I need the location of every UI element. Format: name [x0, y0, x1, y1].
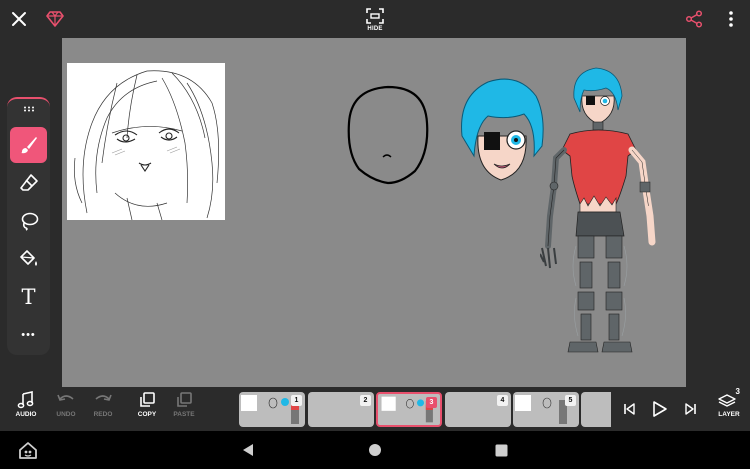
- home-app-icon: [19, 442, 37, 459]
- flipaclip-editor: HIDE T ••• AUDIO UNDO REDO COPY PASTE 1 …: [0, 0, 750, 469]
- bottom-bar: AUDIO UNDO REDO COPY PASTE 1 2 3 4 5 3 L…: [0, 387, 750, 431]
- hide-ui-button[interactable]: HIDE: [358, 2, 392, 36]
- frame-number: 4: [497, 395, 508, 406]
- paste-label: PASTE: [173, 411, 195, 418]
- brush-icon: [20, 137, 37, 154]
- palette-drag-handle[interactable]: [7, 105, 50, 113]
- back-button[interactable]: [237, 439, 259, 461]
- text-tool[interactable]: T: [10, 279, 47, 315]
- skip-previous-icon: [624, 403, 635, 415]
- frame-thumbnail[interactable]: 4: [445, 392, 511, 427]
- frame-thumbnail[interactable]: 1: [239, 392, 305, 427]
- recents-button[interactable]: [490, 439, 512, 461]
- undo-label: UNDO: [56, 411, 76, 418]
- frame-number: 2: [360, 395, 371, 406]
- layers-button[interactable]: 3 LAYER: [709, 387, 749, 427]
- undo-icon: [57, 394, 74, 401]
- eraser-icon: [19, 174, 38, 191]
- frame-thumbnail[interactable]: 5: [513, 392, 579, 427]
- text-icon: T: [21, 284, 36, 309]
- paint-bucket-icon: [19, 250, 37, 266]
- skip-next-icon: [685, 403, 696, 415]
- frame-number: 1: [291, 395, 302, 406]
- animatronic-character-drawing[interactable]: [540, 66, 670, 358]
- fill-tool[interactable]: [10, 241, 47, 277]
- undo-button[interactable]: UNDO: [46, 391, 86, 427]
- eraser-tool[interactable]: [10, 165, 47, 201]
- audio-label: AUDIO: [15, 411, 37, 418]
- lasso-icon: [21, 212, 38, 231]
- tool-palette: T •••: [7, 97, 50, 355]
- gem-icon: [46, 11, 64, 27]
- hide-icon: [366, 7, 384, 24]
- first-frame-button[interactable]: [616, 396, 642, 422]
- close-icon: [12, 12, 26, 26]
- brush-tool[interactable]: [10, 127, 47, 163]
- top-bar: HIDE: [0, 0, 750, 38]
- home-button[interactable]: [364, 439, 386, 461]
- layer-count: 3: [735, 387, 740, 396]
- music-note-icon: [17, 391, 34, 409]
- back-triangle-icon: [243, 444, 253, 456]
- share-button[interactable]: [681, 6, 707, 32]
- last-frame-button[interactable]: [678, 396, 704, 422]
- blue-hair-head-drawing[interactable]: [458, 76, 544, 184]
- frame-thumbnail[interactable]: 2: [308, 392, 374, 427]
- system-navigation-bar: [0, 431, 750, 469]
- copy-frame-button[interactable]: COPY: [127, 391, 167, 427]
- share-icon: [685, 10, 703, 28]
- frame-number: 3: [426, 397, 437, 408]
- more-tools-button[interactable]: •••: [10, 317, 47, 353]
- frame-thumbnail[interactable]: [581, 392, 611, 427]
- more-options-button[interactable]: [718, 6, 744, 32]
- play-icon: [653, 401, 667, 417]
- copy-icon: [140, 392, 155, 407]
- frame-number: 5: [565, 395, 576, 406]
- layers-icon: [718, 394, 736, 407]
- more-vertical-icon: [729, 11, 733, 27]
- frame-thumbnail-current[interactable]: 3: [376, 392, 442, 427]
- launcher-button[interactable]: [17, 439, 39, 461]
- lasso-tool[interactable]: [10, 203, 47, 239]
- close-button[interactable]: [6, 6, 32, 32]
- more-horizontal-icon: •••: [21, 329, 36, 341]
- frame-timeline[interactable]: 1 2 3 4 5: [239, 392, 611, 427]
- redo-icon: [95, 394, 112, 401]
- paste-frame-button[interactable]: PASTE: [164, 391, 204, 427]
- drawing-canvas[interactable]: [62, 38, 686, 387]
- layers-icon-wrap: 3: [718, 387, 740, 409]
- redo-label: REDO: [93, 411, 113, 418]
- grip-icon: [23, 106, 34, 112]
- sketch-reference-image[interactable]: [67, 63, 225, 220]
- play-button[interactable]: [646, 396, 672, 422]
- audio-button[interactable]: AUDIO: [6, 391, 46, 427]
- head-outline-drawing[interactable]: [345, 83, 431, 187]
- premium-button[interactable]: [42, 6, 68, 32]
- copy-label: COPY: [137, 411, 157, 418]
- hide-label: HIDE: [367, 25, 383, 32]
- home-circle-icon: [369, 444, 381, 456]
- redo-button[interactable]: REDO: [83, 391, 123, 427]
- recents-square-icon: [495, 444, 507, 456]
- paste-icon: [177, 392, 192, 407]
- layer-label: LAYER: [718, 411, 740, 418]
